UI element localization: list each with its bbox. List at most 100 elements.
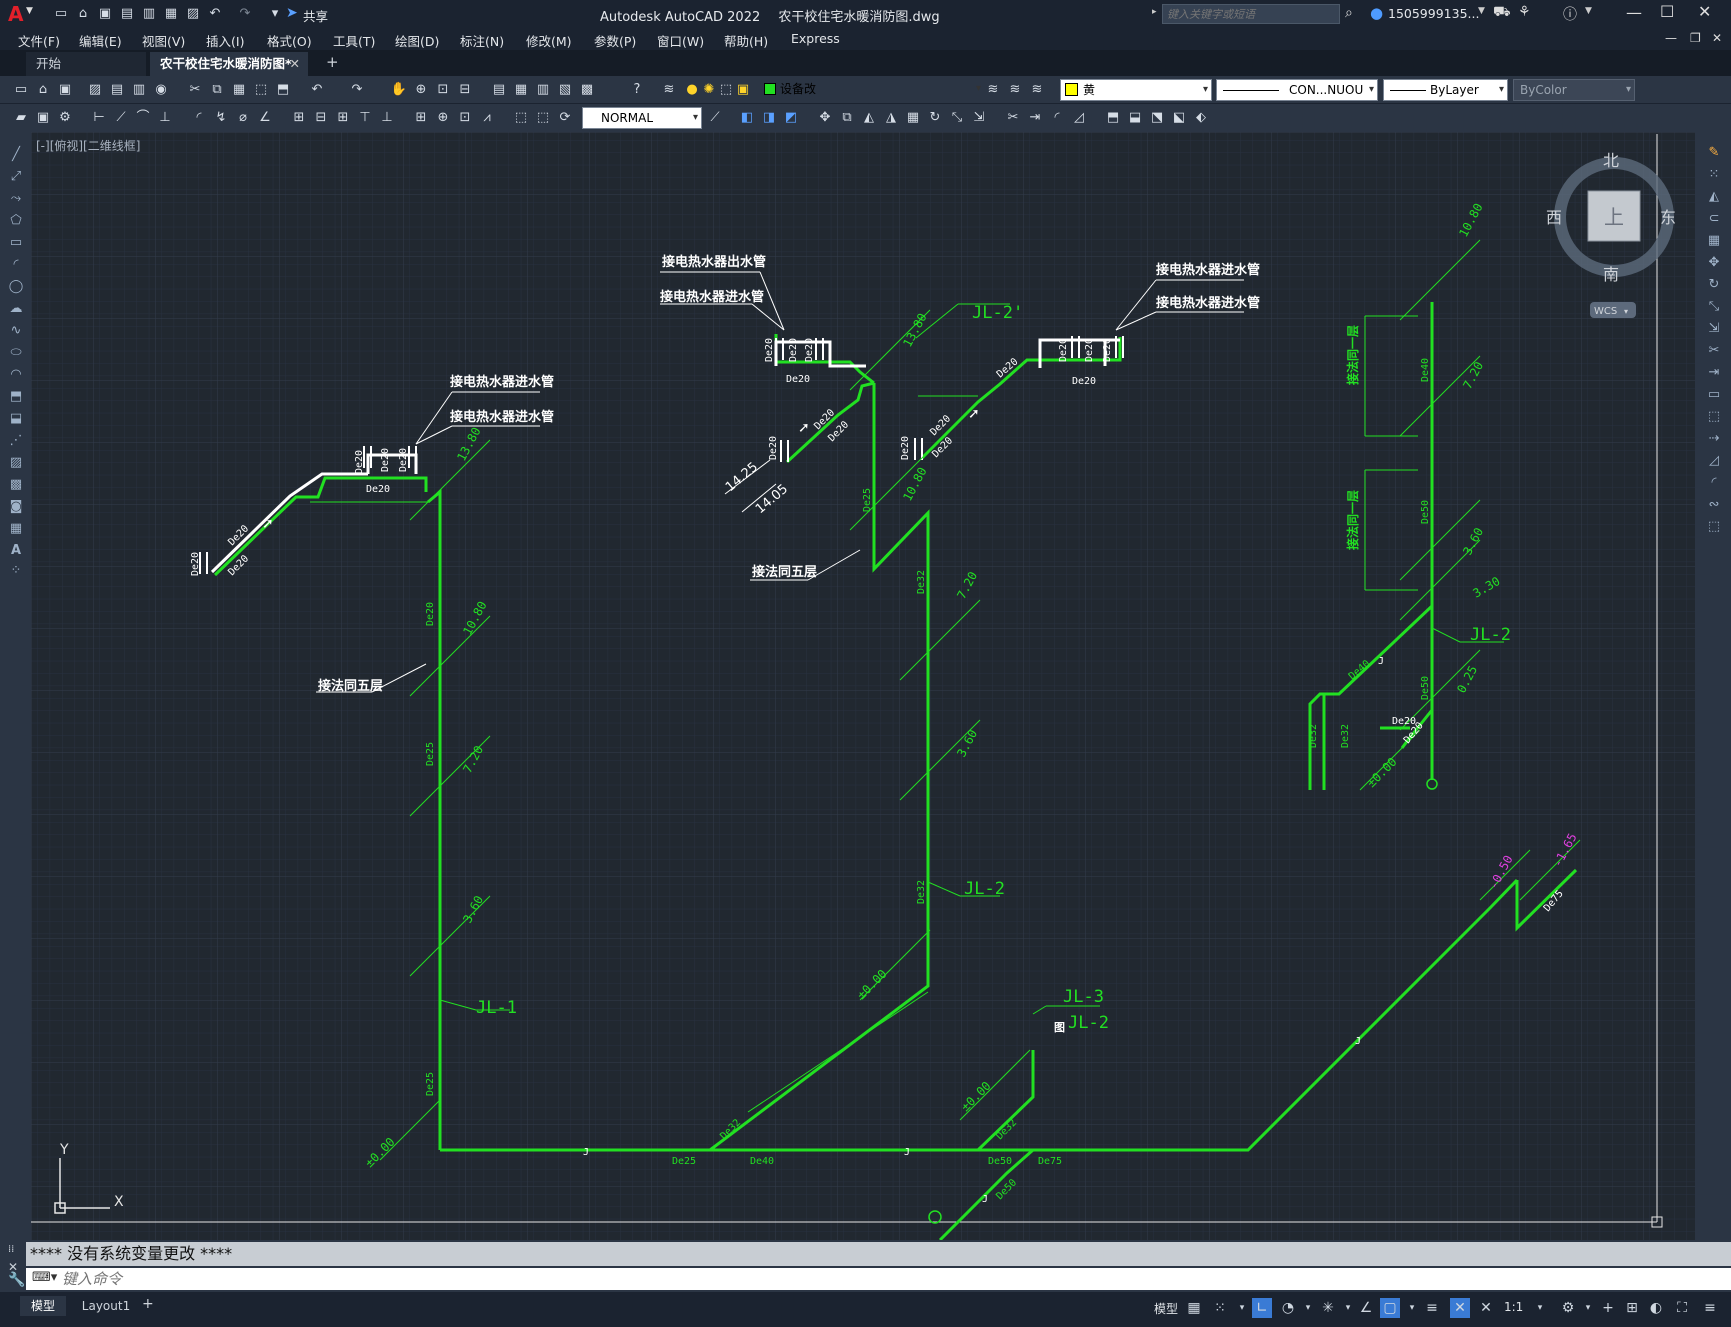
region-icon[interactable]: ◙ (6, 498, 26, 516)
tb2-workspace-icon[interactable]: ▰ (12, 109, 30, 127)
tab-start[interactable]: 开始 (26, 52, 146, 76)
doc-close-icon[interactable]: ✕ (1712, 31, 1722, 45)
stretch-icon[interactable]: ⇲ (970, 109, 988, 127)
tolerance-icon[interactable]: ⊞ (412, 109, 430, 127)
tb-tool-palettes-icon[interactable]: ▥ (534, 81, 552, 99)
layer-dropdown[interactable]: 设备改 ▾ (680, 79, 984, 101)
extend-r-icon[interactable]: ⇥ (1704, 364, 1724, 382)
tb-layer-previous-icon[interactable]: ≋ (1006, 81, 1024, 99)
block-icon[interactable]: ⬓ (6, 410, 26, 428)
auto-scale-icon[interactable]: ✕ (1476, 1298, 1496, 1318)
fullscreen-icon[interactable]: ⛶ (1672, 1298, 1692, 1318)
command-line[interactable]: ⌨▾ (26, 1268, 1731, 1290)
tb-sheet-set-icon[interactable]: ▧ (556, 81, 574, 99)
doc-minimize-icon[interactable]: — (1665, 31, 1677, 45)
dim-jogged-icon[interactable]: ↯ (212, 109, 230, 127)
stretch-r-icon[interactable]: ⇲ (1704, 320, 1724, 338)
insert-block-icon[interactable]: ⬒ (1104, 109, 1122, 127)
viewcube-east[interactable]: 东 (1660, 208, 1676, 227)
customize-qat-icon[interactable]: ▾ (266, 5, 284, 23)
tab-close-icon[interactable]: ✕ (290, 52, 300, 76)
save-web-icon[interactable]: ▦ (162, 5, 180, 23)
annotation-visibility-icon[interactable]: ✕ (1450, 1298, 1470, 1318)
lineweight-icon[interactable]: ≡ (1422, 1298, 1442, 1318)
dim-aligned-icon[interactable]: ⟋ (112, 109, 130, 127)
move-icon[interactable]: ✥ (816, 109, 834, 127)
doc-restore-icon[interactable]: ❐ (1690, 31, 1701, 45)
viewcube-north[interactable]: 北 (1603, 151, 1619, 170)
make-block-icon[interactable]: ⬓ (1126, 109, 1144, 127)
help-icon[interactable]: ⓘ (1563, 4, 1577, 24)
osnap-chevron-icon[interactable]: ▾ (1402, 1298, 1422, 1318)
tb-block-editor-icon[interactable]: ⬒ (274, 81, 292, 99)
polyline-icon[interactable]: ⤳ (6, 190, 26, 208)
polar-icon[interactable]: ◔ (1278, 1298, 1298, 1318)
menu-tools[interactable]: 工具(T) (333, 31, 375, 50)
open-icon[interactable]: ⌂ (74, 5, 92, 23)
inspection-icon[interactable]: ⊡ (456, 109, 474, 127)
tb-zoom-realtime-icon[interactable]: ⊕ (412, 81, 430, 99)
rotate-r-icon[interactable]: ↻ (1704, 276, 1724, 294)
add-selected-icon[interactable]: ⁘ (6, 562, 26, 580)
tb-preview-icon[interactable]: ▤ (108, 81, 126, 99)
menu-parametric[interactable]: 参数(P) (594, 31, 636, 50)
annotation-scale[interactable]: 1:1 (1504, 1300, 1523, 1314)
view-back-icon[interactable]: ◨ (760, 109, 778, 127)
menu-dimension[interactable]: 标注(N) (460, 31, 504, 50)
menu-edit[interactable]: 编辑(E) (79, 31, 122, 50)
color-dropdown[interactable]: 黄 ▾ (1060, 79, 1212, 101)
autodesk-app-icon[interactable]: ⚘ (1518, 4, 1531, 20)
tb-paste-icon[interactable]: ▦ (230, 81, 248, 99)
menu-insert[interactable]: 插入(I) (206, 31, 244, 50)
table-icon[interactable]: ▦ (6, 520, 26, 538)
spline-icon[interactable]: ∿ (6, 322, 26, 340)
user-account[interactable]: 1505999135... (1388, 6, 1479, 21)
tb-copy-icon[interactable]: ⧉ (208, 81, 226, 99)
tb-zoom-window-icon[interactable]: ⊡ (434, 81, 452, 99)
save-as-icon[interactable]: ▤ (118, 5, 136, 23)
attach-icon[interactable]: ⬔ (1148, 109, 1166, 127)
extend-icon[interactable]: ⇥ (1026, 109, 1044, 127)
redo-icon[interactable]: ↷ (236, 5, 254, 23)
dim-linear-icon[interactable]: ⊢ (90, 109, 108, 127)
tb-redo-icon[interactable]: ↷ (348, 81, 366, 99)
tb-calculator-icon[interactable]: ▩ (578, 81, 596, 99)
line-icon[interactable]: ╱ (6, 146, 26, 164)
model-space-button[interactable]: 模型 (1154, 1300, 1178, 1317)
scale-icon[interactable]: ⤡ (948, 109, 966, 127)
point-icon[interactable]: ⋰ (6, 432, 26, 450)
tab-drawing[interactable]: 农干校住宅水暖消防图* ✕ (150, 52, 308, 76)
new-tab-button[interactable]: + (326, 53, 339, 71)
tb-match-icon[interactable]: ⬚ (252, 81, 270, 99)
construction-line-icon[interactable]: ⤢ (6, 168, 26, 186)
save-icon[interactable]: ▣ (96, 5, 114, 23)
dim-quick-icon[interactable]: ⊞ (290, 109, 308, 127)
array-r-icon[interactable]: ▦ (1704, 232, 1724, 250)
menu-view[interactable]: 视图(V) (142, 31, 185, 50)
menu-format[interactable]: 格式(O) (267, 31, 312, 50)
arc-icon[interactable]: ◜ (6, 256, 26, 274)
tb-open-icon[interactable]: ⌂ (34, 81, 52, 99)
view-top-icon[interactable]: ◩ (782, 109, 800, 127)
menu-draw[interactable]: 绘图(D) (395, 31, 439, 50)
user-chevron-icon[interactable]: ▼ (1478, 6, 1485, 16)
tb-3ddwf-icon[interactable]: ◉ (152, 81, 170, 99)
dim-space-icon[interactable]: ⊤ (356, 109, 374, 127)
break-point-icon[interactable]: ▭ (1704, 386, 1724, 404)
tb-design-center-icon[interactable]: ▦ (512, 81, 530, 99)
user-icon[interactable]: ● (1370, 4, 1383, 22)
linetype-dropdown[interactable]: CON...NUOU ▾ (1216, 79, 1378, 101)
offset-r-icon[interactable]: ⊂ (1704, 210, 1724, 228)
isodraft-icon[interactable]: ✳ (1318, 1298, 1338, 1318)
rotate-icon[interactable]: ↻ (926, 109, 944, 127)
new-icon[interactable]: ▭ (52, 5, 70, 23)
tb-pan-icon[interactable]: ✋ (390, 81, 408, 99)
mirror-r-icon[interactable]: ◭ (1704, 188, 1724, 206)
add-layout-button[interactable]: + (142, 1296, 154, 1312)
ellipse-arc-icon[interactable]: ◠ (6, 366, 26, 384)
jogged-linear-icon[interactable]: ⩘ (478, 109, 496, 127)
tab-model[interactable]: 模型 (20, 1296, 66, 1316)
dim-ordinate-icon[interactable]: ⊥ (156, 109, 174, 127)
iso-chevron-icon[interactable]: ▾ (1338, 1298, 1358, 1318)
trim-icon[interactable]: ✂ (1004, 109, 1022, 127)
